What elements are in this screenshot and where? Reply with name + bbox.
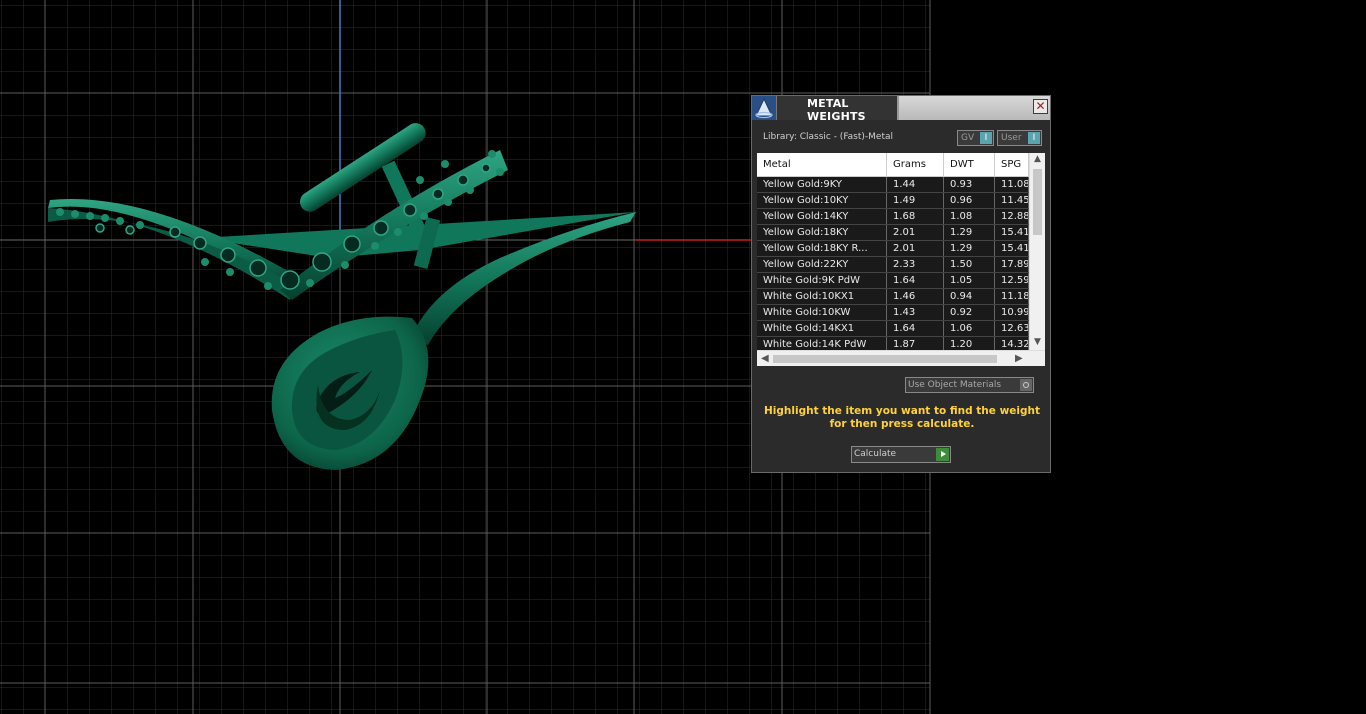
cell-metal: White Gold:10KX1 <box>757 289 887 304</box>
cell-dwt: 0.92 <box>944 305 995 320</box>
library-label: Library: Classic - (Fast)-Metal <box>763 132 894 142</box>
column-header-spg[interactable]: SPG <box>995 153 1029 176</box>
cell-grams: 1.49 <box>887 193 944 208</box>
user-toggle[interactable]: User I <box>997 130 1042 146</box>
cell-dwt: 1.29 <box>944 241 995 256</box>
cell-dwt: 0.94 <box>944 289 995 304</box>
table-row[interactable]: Yellow Gold:18KY R... 2.01 1.29 15.41 <box>757 241 1029 257</box>
cell-spg: 11.45 <box>995 193 1029 208</box>
horizontal-scrollbar[interactable]: ◀ ▶ <box>757 350 1045 366</box>
gv-toggle-knob: I <box>980 132 992 144</box>
table-row[interactable]: White Gold:9K PdW 1.64 1.05 12.59 <box>757 273 1029 289</box>
column-header-dwt[interactable]: DWT <box>944 153 995 176</box>
table-row[interactable]: Yellow Gold:14KY 1.68 1.08 12.88 <box>757 209 1029 225</box>
title-tab: METAL WEIGHTS <box>777 96 899 123</box>
cell-grams: 1.68 <box>887 209 944 224</box>
cell-grams: 1.64 <box>887 273 944 288</box>
metal-weights-dialog: METAL WEIGHTS ✕ Library: Classic - (Fast… <box>751 95 1051 473</box>
cell-spg: 15.41 <box>995 225 1029 240</box>
viewport-canvas[interactable] <box>0 0 1366 714</box>
cell-metal: White Gold:9K PdW <box>757 273 887 288</box>
cell-spg: 15.41 <box>995 241 1029 256</box>
user-toggle-knob: I <box>1028 132 1040 144</box>
cell-metal: Yellow Gold:14KY <box>757 209 887 224</box>
table-row[interactable]: White Gold:10KW 1.43 0.92 10.99 <box>757 305 1029 321</box>
3d-viewport[interactable] <box>0 0 1366 714</box>
cell-grams: 2.33 <box>887 257 944 272</box>
gv-toggle-label: GV <box>961 133 975 143</box>
vertical-scroll-thumb[interactable] <box>1033 169 1042 235</box>
table-header: Metal Grams DWT SPG <box>757 153 1029 177</box>
table-row[interactable]: Yellow Gold:9KY 1.44 0.93 11.08 <box>757 177 1029 193</box>
table-row[interactable]: White Gold:14KX1 1.64 1.06 12.63 <box>757 321 1029 337</box>
calculate-label: Calculate <box>854 449 897 459</box>
cell-dwt: 1.08 <box>944 209 995 224</box>
instruction-text: Highlight the item you want to find the … <box>764 405 1040 430</box>
cell-dwt: 0.93 <box>944 177 995 192</box>
scroll-down-icon[interactable]: ▼ <box>1034 337 1041 347</box>
cell-grams: 1.44 <box>887 177 944 192</box>
column-header-grams[interactable]: Grams <box>887 153 944 176</box>
cell-metal: Yellow Gold:10KY <box>757 193 887 208</box>
app-logo-icon <box>752 96 777 120</box>
use-object-materials-toggle[interactable]: Use Object Materials <box>905 377 1034 393</box>
metal-table: Metal Grams DWT SPG Yellow Gold:9KY 1.44 0… <box>757 153 1045 366</box>
close-button[interactable]: ✕ <box>1033 99 1048 114</box>
cell-spg: 11.08 <box>995 177 1029 192</box>
radio-icon <box>1020 379 1032 391</box>
cell-spg: 11.18 <box>995 289 1029 304</box>
scroll-right-icon[interactable]: ▶ <box>1015 353 1023 364</box>
table-row[interactable]: Yellow Gold:18KY 2.01 1.29 15.41 <box>757 225 1029 241</box>
cell-metal: Yellow Gold:18KY R... <box>757 241 887 256</box>
dialog-titlebar[interactable]: METAL WEIGHTS ✕ <box>752 96 1050 123</box>
cell-dwt: 1.50 <box>944 257 995 272</box>
cell-spg: 12.88 <box>995 209 1029 224</box>
vertical-scrollbar[interactable]: ▲ ▼ <box>1029 153 1045 350</box>
table-body: Yellow Gold:9KY 1.44 0.93 11.08 Yellow Gold:… <box>757 177 1029 353</box>
cell-metal: White Gold:10KW <box>757 305 887 320</box>
cell-spg: 12.63 <box>995 321 1029 336</box>
table-row[interactable]: Yellow Gold:22KY 2.33 1.50 17.89 <box>757 257 1029 273</box>
scroll-up-icon[interactable]: ▲ <box>1034 154 1041 164</box>
cell-grams: 2.01 <box>887 241 944 256</box>
table-row[interactable]: White Gold:10KX1 1.46 0.94 11.18 <box>757 289 1029 305</box>
cell-grams: 1.64 <box>887 321 944 336</box>
column-header-metal[interactable]: Metal <box>757 153 887 176</box>
cell-dwt: 0.96 <box>944 193 995 208</box>
cell-spg: 17.89 <box>995 257 1029 272</box>
cell-grams: 1.46 <box>887 289 944 304</box>
play-icon <box>936 448 949 461</box>
cell-metal: Yellow Gold:22KY <box>757 257 887 272</box>
cell-spg: 10.99 <box>995 305 1029 320</box>
cell-dwt: 1.06 <box>944 321 995 336</box>
cell-metal: Yellow Gold:9KY <box>757 177 887 192</box>
cell-spg: 12.59 <box>995 273 1029 288</box>
cell-dwt: 1.29 <box>944 225 995 240</box>
horizontal-scroll-thumb[interactable] <box>773 355 997 363</box>
calculate-button[interactable]: Calculate <box>851 446 951 463</box>
use-object-materials-label: Use Object Materials <box>908 380 1002 390</box>
cell-dwt: 1.05 <box>944 273 995 288</box>
user-toggle-label: User <box>1001 133 1022 143</box>
dialog-title: METAL WEIGHTS <box>807 97 866 123</box>
table-row[interactable]: Yellow Gold:10KY 1.49 0.96 11.45 <box>757 193 1029 209</box>
gv-toggle[interactable]: GV I <box>957 130 994 146</box>
cell-grams: 1.43 <box>887 305 944 320</box>
cell-metal: Yellow Gold:18KY <box>757 225 887 240</box>
cell-grams: 2.01 <box>887 225 944 240</box>
cell-metal: White Gold:14KX1 <box>757 321 887 336</box>
scroll-left-icon[interactable]: ◀ <box>761 353 769 364</box>
